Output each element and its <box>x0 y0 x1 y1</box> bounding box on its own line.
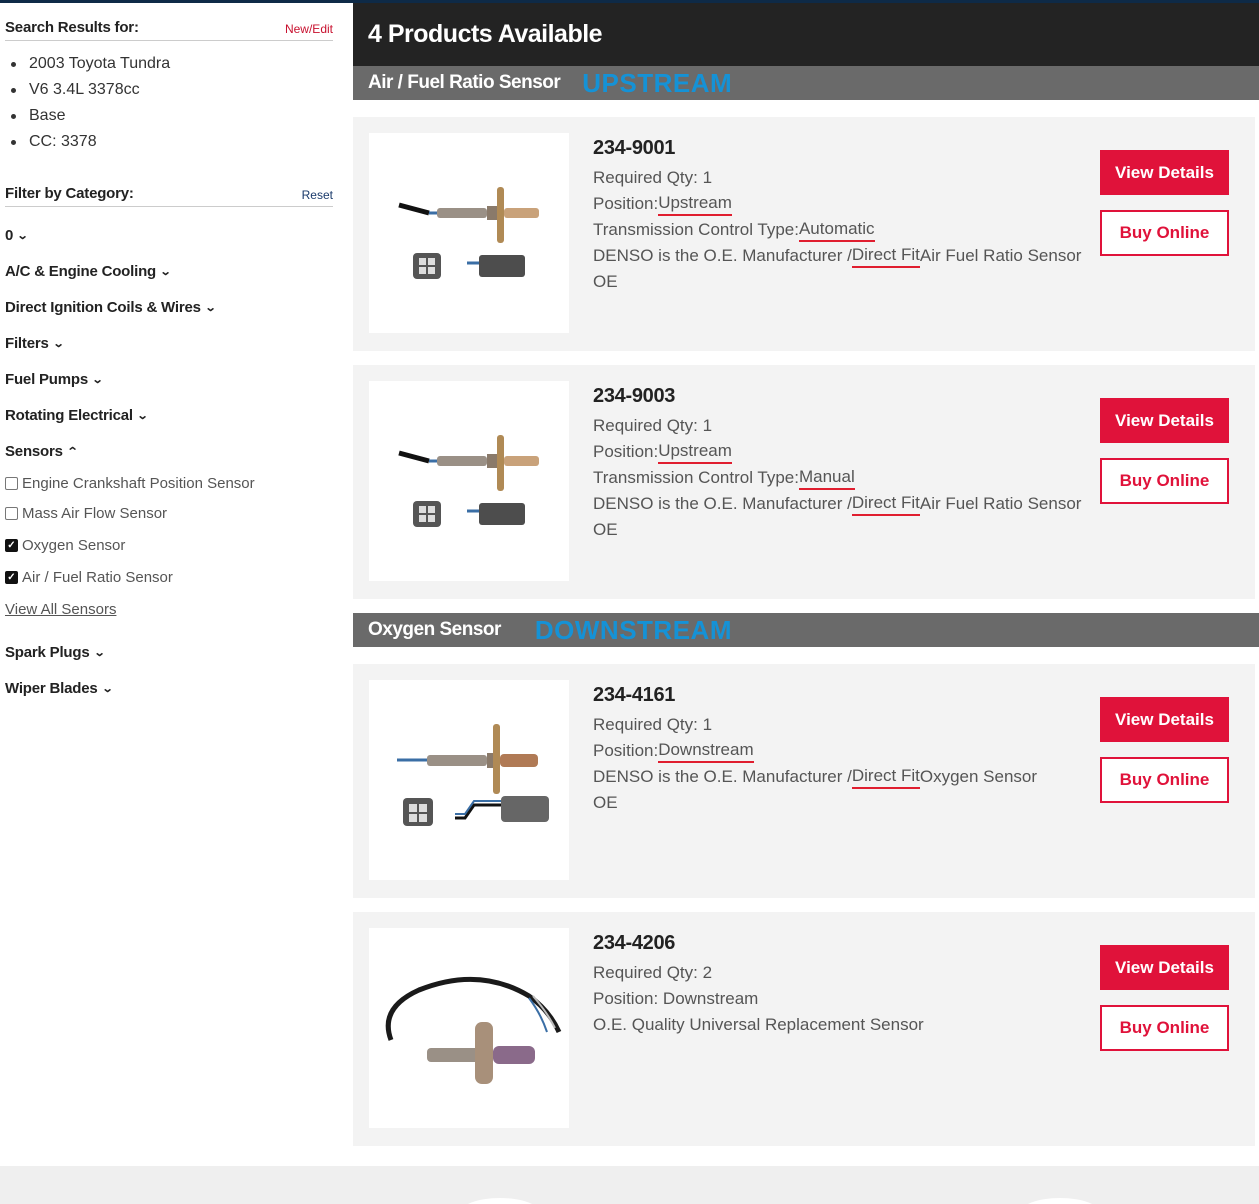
product-info: 234-9001 Required Qty: 1 Position: Upstr… <box>593 131 1081 295</box>
required-qty: Required Qty: 1 <box>593 416 713 435</box>
required-qty: Required Qty: 2 <box>593 963 713 982</box>
filter-header: Filter by Category: Reset <box>5 185 333 207</box>
chevron-down-icon: ⌄ <box>93 646 105 659</box>
position-line: Position: Upstream <box>593 191 1081 217</box>
product-info: 234-4161 Required Qty: 1 Position: Downs… <box>593 678 1037 816</box>
checkbox[interactable] <box>5 506 18 520</box>
part-number[interactable]: 234-4161 <box>593 678 1037 712</box>
section-tag: DOWNSTREAM <box>534 614 732 645</box>
category-ac-engine-cooling[interactable]: A/C & Engine Cooling ⌄ <box>5 253 333 289</box>
chevron-down-icon: ⌄ <box>52 337 65 350</box>
checkbox[interactable] <box>5 476 18 490</box>
footer-decoration <box>460 1198 540 1204</box>
description-line: DENSO is the O.E. Manufacturer / Direct … <box>593 491 1081 517</box>
vehicle-list: 2003 Toyota Tundra V6 3.4L 3378cc Base C… <box>5 51 333 155</box>
search-results-title: Search Results for: <box>5 19 139 36</box>
part-number[interactable]: 234-9001 <box>593 131 1081 165</box>
category-0[interactable]: 0 ⌄ <box>5 217 333 253</box>
category-list: 0 ⌄ A/C & Engine Cooling ⌄ Direct Ignition… <box>5 217 333 706</box>
category-rotating-electrical[interactable]: Rotating Electrical ⌄ <box>5 397 333 433</box>
chevron-down-icon: ⌄ <box>101 682 113 695</box>
sidebar: Search Results for: New/Edit 2003 Toyota… <box>0 0 340 1204</box>
filter-option-oxygen[interactable]: ✓ Oxygen Sensor <box>5 529 333 561</box>
position-line: Position: Upstream <box>593 439 1081 465</box>
product-card: 234-4206 Required Qty: 2 Position: Downs… <box>353 912 1255 1146</box>
category-direct-ignition-coils[interactable]: Direct Ignition Coils & Wires ⌄ <box>5 289 333 325</box>
product-info: 234-4206 Required Qty: 2 Position: Downs… <box>593 926 924 1038</box>
buy-online-button[interactable]: Buy Online <box>1100 458 1229 504</box>
transmission-line: Transmission Control Type: Automatic <box>593 217 1081 243</box>
position-line: Position: Downstream <box>593 738 1037 764</box>
buy-online-button[interactable]: Buy Online <box>1100 210 1229 256</box>
view-details-button[interactable]: View Details <box>1100 398 1229 443</box>
category-fuel-pumps[interactable]: Fuel Pumps ⌄ <box>5 361 333 397</box>
view-details-button[interactable]: View Details <box>1100 945 1229 990</box>
view-details-button[interactable]: View Details <box>1100 697 1229 742</box>
vehicle-item: 2003 Toyota Tundra <box>5 51 333 77</box>
footer-decoration <box>1020 1198 1100 1204</box>
section-title: Oxygen Sensor <box>368 619 501 640</box>
section-tag: UPSTREAM <box>582 67 733 98</box>
vehicle-item: Base <box>5 103 333 129</box>
product-card: 234-9003 Required Qty: 1 Position: Upstr… <box>353 365 1255 599</box>
checkbox-checked[interactable]: ✓ <box>5 538 18 552</box>
part-number[interactable]: 234-9003 <box>593 379 1081 413</box>
section-title: Air / Fuel Ratio Sensor <box>368 72 561 93</box>
view-all-sensors-link[interactable]: View All Sensors <box>5 593 333 625</box>
product-card: 234-4161 Required Qty: 1 Position: Downs… <box>353 664 1255 898</box>
category-wiper-blades[interactable]: Wiper Blades ⌄ <box>5 670 333 706</box>
product-image <box>369 133 569 333</box>
description-line: DENSO is the O.E. Manufacturer / Direct … <box>593 243 1081 269</box>
product-info: 234-9003 Required Qty: 1 Position: Upstr… <box>593 379 1081 543</box>
filter-title: Filter by Category: <box>5 185 134 202</box>
vehicle-item: V6 3.4L 3378cc <box>5 77 333 103</box>
footer <box>0 1166 1259 1204</box>
filter-option-afr[interactable]: ✓ Air / Fuel Ratio Sensor <box>5 561 333 593</box>
filter-option-crankshaft[interactable]: Engine Crankshaft Position Sensor <box>5 469 333 497</box>
product-image <box>369 680 569 880</box>
results-banner: 4 Products Available <box>353 3 1259 66</box>
category-filters[interactable]: Filters ⌄ <box>5 325 333 361</box>
filter-option-maf[interactable]: Mass Air Flow Sensor <box>5 497 333 529</box>
part-number[interactable]: 234-4206 <box>593 926 924 960</box>
category-sensors[interactable]: Sensors ⌃ <box>5 433 333 469</box>
product-card: 234-9001 Required Qty: 1 Position: Upstr… <box>353 117 1255 351</box>
reset-link[interactable]: Reset <box>302 188 333 202</box>
chevron-up-icon: ⌃ <box>66 445 79 458</box>
chevron-down-icon: ⌄ <box>204 301 217 314</box>
section-header-afr: Air / Fuel Ratio Sensor UPSTREAM <box>353 66 1259 100</box>
chevron-down-icon: ⌄ <box>136 409 149 422</box>
new-edit-link[interactable]: New/Edit <box>285 22 333 36</box>
required-qty: Required Qty: 1 <box>593 715 713 734</box>
buy-online-button[interactable]: Buy Online <box>1100 757 1229 803</box>
buy-online-button[interactable]: Buy Online <box>1100 1005 1229 1051</box>
position-line: Position: Downstream <box>593 989 759 1008</box>
description-line: DENSO is the O.E. Manufacturer / Direct … <box>593 764 1037 790</box>
search-results-header: Search Results for: New/Edit <box>5 19 333 41</box>
transmission-line: Transmission Control Type: Manual <box>593 465 1081 491</box>
chevron-down-icon: ⌄ <box>159 265 172 278</box>
view-details-button[interactable]: View Details <box>1100 150 1229 195</box>
oe-line: OE <box>593 272 618 291</box>
section-header-oxygen: Oxygen Sensor DOWNSTREAM <box>353 613 1259 647</box>
description-line: O.E. Quality Universal Replacement Senso… <box>593 1015 924 1034</box>
vehicle-item: CC: 3378 <box>5 129 333 155</box>
category-spark-plugs[interactable]: Spark Plugs ⌄ <box>5 634 333 670</box>
checkbox-checked[interactable]: ✓ <box>5 570 18 584</box>
chevron-down-icon: ⌄ <box>16 229 29 242</box>
results-panel: 4 Products Available Air / Fuel Ratio Se… <box>353 3 1259 1146</box>
chevron-down-icon: ⌄ <box>91 373 104 386</box>
required-qty: Required Qty: 1 <box>593 168 713 187</box>
product-image <box>369 928 569 1128</box>
oe-line: OE <box>593 520 618 539</box>
oe-line: OE <box>593 793 618 812</box>
product-image <box>369 381 569 581</box>
